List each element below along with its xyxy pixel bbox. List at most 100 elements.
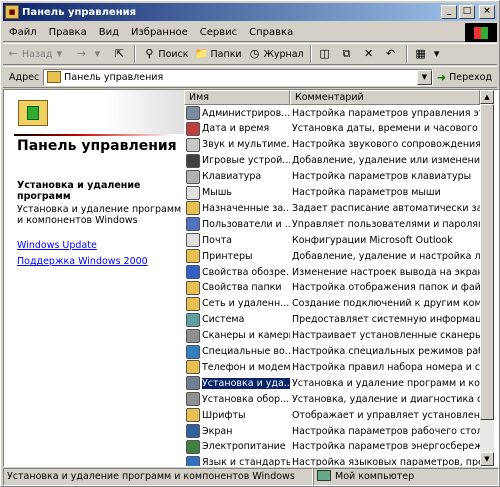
applet-icon [186,344,200,359]
applet-icon [186,312,200,327]
dropdown-arrow-icon: ▾ [56,47,63,60]
scroll-thumb[interactable] [480,104,494,420]
list-item[interactable]: Специальные во... Настройка специальных р… [184,344,494,360]
list-item[interactable]: Установка обор... Установка, удаление и д… [184,391,494,407]
item-name: Свойства папки [202,282,282,294]
applet-icon [186,408,200,423]
close-button[interactable]: × [479,5,495,19]
list-item[interactable]: Установка и уда... Установка и удаление п… [184,375,494,391]
back-button[interactable]: ← Назад ▾ [3,44,71,64]
forward-button[interactable]: → ▾ [71,44,109,64]
history-icon: ◷ [249,47,260,60]
list-item[interactable]: Дата и время Установка даты, времени и ча… [184,121,494,137]
list-item[interactable]: Мышь Настройка параметров мыши [184,185,494,201]
folder-up-icon: ⇱ [114,47,125,60]
list-item[interactable]: Экран Настройка параметров рабочего стола… [184,423,494,439]
column-header-comment[interactable]: Комментарий [290,90,480,105]
item-comment: Установка и удаление программ и компонен… [292,377,494,389]
menu-favorites[interactable]: Избранное [125,27,194,38]
windows-support-link[interactable]: Поддержка Windows 2000 [17,256,148,267]
applet-icon [186,439,200,454]
list-item[interactable]: Свойства обозре... Изменение настроек выв… [184,264,494,280]
address-field[interactable]: Панель управления ▼ [43,68,433,86]
control-panel-large-icon [18,100,48,126]
delete-icon: ✕ [364,47,374,60]
applet-icon [186,376,200,391]
item-name: Установка и уда... [202,377,290,389]
list-item[interactable]: Язык и стандарты Настройка языковых парам… [184,455,494,466]
search-button[interactable]: ⚲ Поиск [139,44,191,64]
item-name: Звук и мультиме... [202,139,290,151]
list-item[interactable]: Свойства папки Настройка отображения папо… [184,280,494,296]
folders-icon: 📁 [194,47,209,60]
menu-view[interactable]: Вид [93,27,125,38]
item-name: Клавиатура [202,171,262,183]
applet-icon [186,153,200,168]
minimize-button[interactable]: _ [441,5,457,19]
item-comment: Добавление, удаление или изменение парам… [292,155,494,167]
list-item[interactable]: Телефон и модем Настройка правил набора н… [184,359,494,375]
my-computer-icon [317,470,331,481]
item-comment: Управляет пользователями и паролями на э… [292,218,494,230]
applet-icon [186,280,200,295]
selected-item-description: Установка и удаление программ и компонен… [17,204,182,226]
web-view-pane: Панель управления Установка и удаление п… [4,90,184,466]
dropdown-arrow-icon: ▾ [433,47,440,60]
applet-icon [186,392,200,407]
list-item[interactable]: Сканеры и камеры Настраивает установленны… [184,328,494,344]
menu-edit[interactable]: Правка [43,27,93,38]
toolbar-separator [309,45,312,63]
address-dropdown-button[interactable]: ▼ [416,69,432,85]
list-item[interactable]: Назначенные за... Задает расписание автом… [184,200,494,216]
maximize-button[interactable]: □ [459,5,475,19]
windows-update-link[interactable]: Windows Update [17,240,97,251]
item-comment: Установка, удаление и диагностика оборуд… [292,393,494,405]
item-comment: Настройка правил набора номера и свойств… [292,361,494,373]
undo-icon: ↶ [386,47,396,60]
list-item[interactable]: Звук и мультиме... Настройка звукового со… [184,137,494,153]
views-button[interactable]: ▦ ▾ [411,44,449,64]
undo-button[interactable]: ↶ [381,44,403,64]
selected-item-title: Установка и удаление программ [17,180,141,202]
list-item[interactable]: Электропитание Настройка параметров энерг… [184,439,494,455]
move-to-button[interactable]: ◫ [315,44,337,64]
folders-label: Папки [210,48,242,60]
status-zone-label: Мой компьютер [335,471,415,482]
item-comment: Настройка языковых параметров, представл… [292,457,494,466]
scroll-down-button[interactable]: ▼ [480,452,494,466]
item-name: Специальные во... [202,346,290,357]
list-item[interactable]: Пользователи и ... Управляет пользователя… [184,216,494,232]
history-button[interactable]: ◷ Журнал [245,44,307,64]
title-bar[interactable]: ■ Панель управления _ □ × [3,3,497,21]
menu-file[interactable]: Файл [3,27,43,38]
go-button[interactable]: ➜ Переход [433,71,497,84]
list-item[interactable]: Принтеры Добавление, удаление и настройка… [184,248,494,264]
scroll-up-button[interactable]: ▲ [480,90,494,104]
list-item[interactable]: Игровые устрой... Добавление, удаление ил… [184,153,494,169]
applet-icon [186,169,200,184]
copy-to-button[interactable]: ⧉ [337,44,359,64]
delete-button[interactable]: ✕ [359,44,381,64]
list-item[interactable]: Система Предоставляет системную информаци… [184,312,494,328]
list-item[interactable]: Почта Конфигурации Microsoft Outlook [184,232,494,248]
item-name: Администриров... [202,107,290,119]
menu-tools[interactable]: Сервис [194,27,243,38]
list-item[interactable]: Клавиатура Настройка параметров клавиатур… [184,169,494,185]
applet-icon [186,328,200,343]
list-item[interactable]: Сеть и удаленн... Создание подключений к … [184,296,494,312]
menu-bar: Файл Правка Вид Избранное Сервис Справка [3,23,497,42]
list-item[interactable]: Шрифты Отображает и управляет установленн… [184,407,494,423]
address-bar: Адрес Панель управления ▼ ➜ Переход [3,66,497,88]
pane-title: Панель управления [17,138,177,154]
up-button[interactable]: ⇱ [109,44,131,64]
applet-icon [186,121,200,136]
column-header-name[interactable]: Имя [184,90,290,105]
item-name: Дата и время [202,123,270,135]
menu-help[interactable]: Справка [243,27,299,38]
item-comment: Конфигурации Microsoft Outlook [292,234,453,246]
list-item[interactable]: Администриров... Настройка параметров упр… [184,105,494,121]
vertical-scrollbar[interactable]: ▲ ▼ [480,90,494,466]
folders-button[interactable]: 📁 Папки [192,44,245,64]
toolbar-separator [134,45,137,63]
history-label: Журнал [263,48,304,60]
